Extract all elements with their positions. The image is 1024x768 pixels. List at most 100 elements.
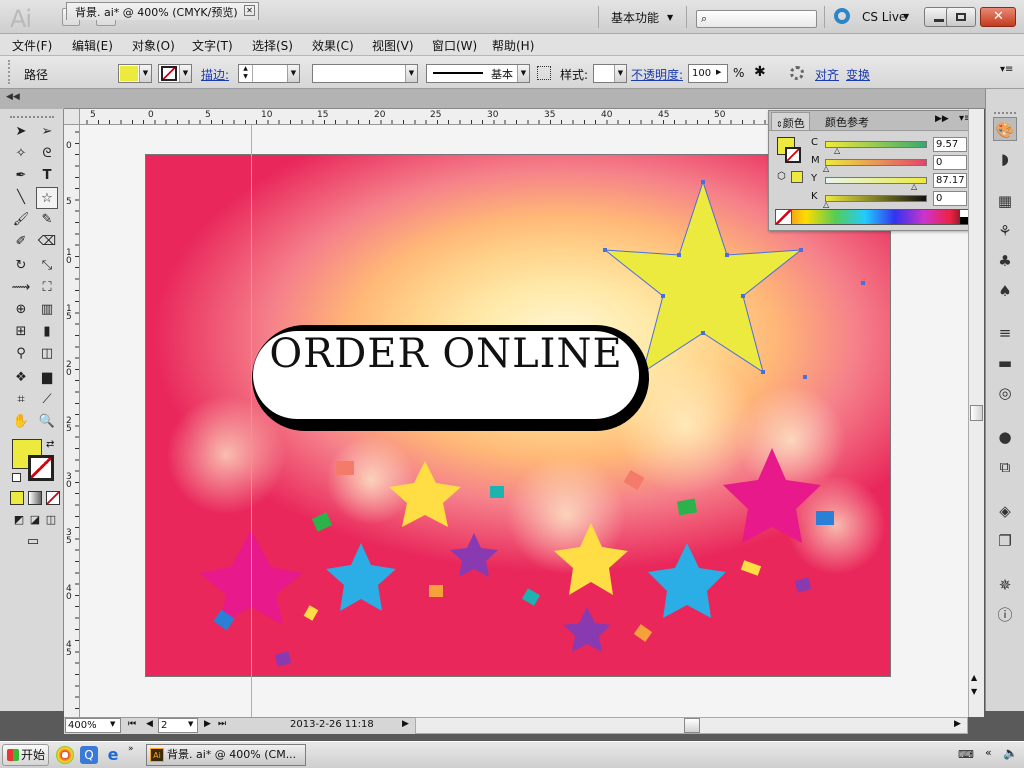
stroke-weight-field[interactable]: ▲ ▼ ▼ — [238, 64, 300, 83]
column-graph-tool-icon[interactable]: ▆ — [36, 367, 58, 389]
brush-options-icon[interactable] — [537, 66, 551, 80]
cyan-slider[interactable]: C 9.57 % △ — [811, 137, 980, 155]
fill-color-swatch[interactable]: ▼ — [118, 64, 152, 83]
line-tool-icon[interactable]: ╲ — [10, 187, 32, 209]
mesh-tool-icon[interactable]: ⊞ — [10, 321, 32, 343]
menu-select[interactable]: 选择(S) — [252, 37, 293, 54]
menu-window[interactable]: 窗口(W) — [432, 37, 477, 54]
tab-color[interactable]: ⇕颜色 — [771, 112, 810, 130]
default-colors-icon[interactable] — [12, 473, 21, 482]
brush-definition[interactable]: 基本 ▼ — [426, 64, 530, 83]
type-tool-icon[interactable]: T — [36, 165, 58, 187]
guide-line[interactable] — [251, 125, 252, 717]
scroll-thumb[interactable] — [970, 405, 983, 421]
navigator-icon[interactable]: ✵ — [993, 573, 1017, 597]
slice-tool-icon[interactable]: ⟋ — [36, 389, 58, 411]
collapse-icon[interactable]: ◀◀ — [6, 92, 20, 102]
web-safe-swatch[interactable] — [791, 171, 803, 183]
grip-handle[interactable] — [10, 116, 54, 120]
opacity-input[interactable]: 100 — [688, 64, 728, 83]
artboard-tool-icon[interactable]: ⌗ — [10, 389, 32, 411]
symbols-icon[interactable]: ♣ — [993, 249, 1017, 273]
first-artboard-icon[interactable]: ⏮ — [128, 719, 136, 729]
gradient-icon[interactable]: ▬ — [993, 351, 1017, 375]
previous-artboard-icon[interactable]: ◀ — [146, 719, 153, 729]
tray-expand-icon[interactable]: « — [985, 746, 992, 759]
chevron-down-icon[interactable]: ▼ — [188, 720, 193, 728]
collapse-panel-icon[interactable]: ▶▶ — [935, 114, 949, 124]
stroke-icon[interactable]: ≡ — [993, 321, 1017, 345]
restore-button[interactable] — [946, 7, 976, 27]
pen-tool-icon[interactable]: ✒ — [10, 165, 32, 187]
zoom-tool-icon[interactable]: 🔍 — [36, 411, 58, 433]
direct-selection-tool-icon[interactable]: ➢ — [36, 121, 58, 143]
slider-thumb-icon[interactable]: △ — [834, 146, 840, 155]
black-value-input[interactable]: 0 — [933, 191, 967, 206]
status-menu-icon[interactable]: ▶ — [402, 719, 409, 729]
volume-icon[interactable]: 🔈 — [1003, 746, 1018, 760]
yellow-slider[interactable]: Y 87.17 % △ — [811, 173, 980, 191]
width-tool-icon[interactable]: ⟿ — [10, 277, 32, 299]
appearance-icon[interactable]: ● — [993, 425, 1017, 449]
black-slider[interactable]: K 0 % △ — [811, 191, 980, 209]
rotate-tool-icon[interactable]: ↻ — [10, 255, 32, 277]
close-button[interactable]: ✕ — [980, 7, 1016, 27]
blob-brush-tool-icon[interactable]: ✐ — [10, 231, 32, 253]
symbol-sprayer-tool-icon[interactable]: ❖ — [10, 367, 32, 389]
tab-color-guide[interactable]: 颜色参考 — [821, 112, 873, 130]
start-button[interactable]: 开始 — [2, 744, 49, 766]
panel-stroke-swatch[interactable] — [785, 147, 801, 163]
gradient-mode-icon[interactable] — [28, 491, 42, 505]
selection-tool-icon[interactable]: ➤ — [10, 121, 32, 143]
slider-thumb-icon[interactable]: △ — [823, 200, 829, 209]
swatches-icon[interactable]: ▦ — [993, 189, 1017, 213]
cyan-value-input[interactable]: 9.57 — [933, 137, 967, 152]
pencil-tool-icon[interactable]: ✎ — [36, 209, 58, 231]
gradient-tool-icon[interactable]: ▮ — [36, 321, 58, 343]
brushes-icon[interactable]: ⚘ — [993, 219, 1017, 243]
headline-text[interactable]: ORDER ONLINE — [253, 331, 639, 419]
workspace-switcher[interactable]: 基本功能 — [611, 9, 659, 26]
next-artboard-icon[interactable]: ▶ — [204, 719, 211, 729]
eyedropper-tool-icon[interactable]: ⚲ — [10, 343, 32, 365]
panel-menu-icon[interactable]: ▾≡ — [1000, 64, 1013, 75]
scroll-up-icon[interactable]: ▲ — [971, 673, 977, 682]
align-link[interactable]: 对齐 — [815, 66, 839, 83]
color-guide-icon[interactable]: ◗ — [993, 147, 1017, 171]
eraser-tool-icon[interactable]: ⌫ — [36, 231, 58, 253]
vertical-ruler[interactable]: 0 5 1 0 1 5 2 0 2 5 3 0 3 5 4 0 4 5 — [64, 109, 80, 717]
none-color-icon[interactable] — [776, 210, 792, 224]
menu-object[interactable]: 对象(O) — [132, 37, 175, 54]
horizontal-scrollbar[interactable]: ▶ — [415, 717, 968, 734]
none-mode-icon[interactable] — [46, 491, 60, 505]
color-mode-icon[interactable] — [10, 491, 24, 505]
scroll-thumb[interactable] — [684, 718, 700, 733]
graphic-style-swatch[interactable]: ▼ — [593, 64, 627, 83]
search-input[interactable]: ⌕ — [696, 10, 817, 28]
qq-browser-icon[interactable]: Q — [80, 746, 98, 764]
hand-tool-icon[interactable]: ✋ — [10, 411, 32, 433]
scale-tool-icon[interactable]: ⤡ — [36, 255, 58, 277]
keyboard-icon[interactable]: ⌨ — [958, 748, 974, 761]
screen-mode-icon[interactable]: ▭ — [22, 531, 44, 553]
internet-explorer-icon[interactable]: e — [104, 746, 122, 764]
chevron-down-icon[interactable]: ▼ — [903, 12, 909, 21]
free-transform-tool-icon[interactable]: ⛶ — [36, 277, 58, 299]
magenta-slider[interactable]: M 0 % △ — [811, 155, 980, 173]
stroke-swatch[interactable] — [28, 455, 54, 481]
swap-fill-stroke-icon[interactable]: ⇄ — [46, 439, 54, 450]
align-icon[interactable]: ⧉ — [993, 455, 1017, 479]
transparency-icon[interactable]: ◎ — [993, 381, 1017, 405]
stroke-link[interactable]: 描边: — [201, 66, 229, 83]
close-tab-icon[interactable]: ✕ — [244, 5, 255, 16]
taskbar-item-illustrator[interactable]: Ai 背景. ai* @ 400% (CM... — [146, 744, 306, 766]
chrome-icon[interactable] — [56, 746, 74, 764]
menu-edit[interactable]: 编辑(E) — [72, 37, 113, 54]
perspective-grid-tool-icon[interactable]: ▥ — [36, 299, 58, 321]
scroll-right-icon[interactable]: ▶ — [954, 719, 961, 729]
stroke-color-swatch[interactable]: ▼ — [158, 64, 192, 83]
chevron-down-icon[interactable]: ▼ — [110, 720, 115, 728]
magenta-value-input[interactable]: 0 — [933, 155, 967, 170]
color-spectrum-bar[interactable] — [775, 209, 975, 225]
lasso-tool-icon[interactable]: ᘓ — [36, 143, 58, 165]
